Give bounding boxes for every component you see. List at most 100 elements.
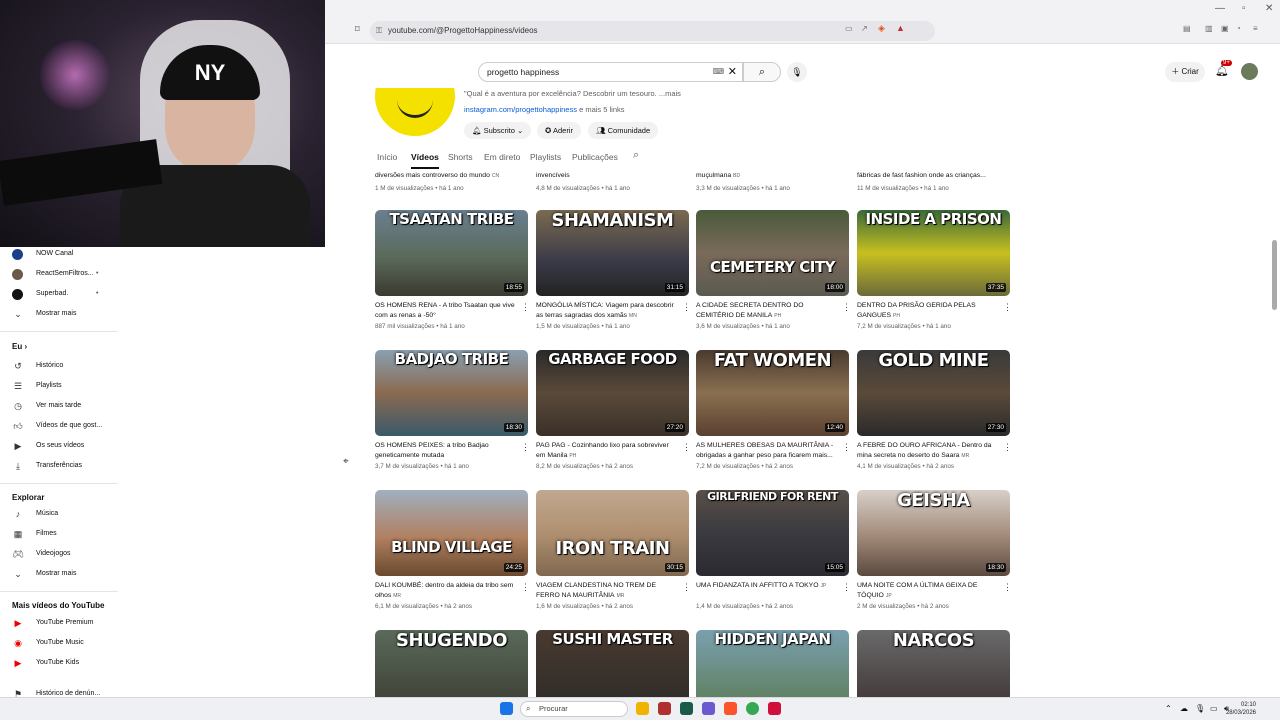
video-title[interactable]: OS HOMENS PEIXES: a tribo Badjao genetic… [375,441,515,461]
video-card[interactable]: BLIND VILLAGE 24:25 DALI KOUMBÉ: dentro da… [375,490,530,610]
more-options-icon[interactable]: ⋮ [682,302,691,313]
page-scrollbar[interactable] [1272,240,1277,310]
video-thumbnail[interactable]: GOLD MINE 27:30 [857,350,1010,436]
maximize-icon[interactable]: ▫ [1242,3,1246,14]
video-card[interactable]: INSIDE A PRISON 37:35 DENTRO DA PRISÃO GER… [857,210,1012,330]
close-icon[interactable]: ✕ [1265,3,1273,14]
video-card[interactable]: GOLD MINE 27:30 A FEBRE DO OURO AFRICANA -… [857,350,1012,470]
more-options-icon[interactable]: ⋮ [1003,302,1012,313]
video-title[interactable]: OS HOMENS RENA - A tribo Tsaatan que viv… [375,301,515,321]
brave-icon[interactable] [724,702,737,715]
wallet-icon[interactable]: ▣ [1221,24,1229,33]
rewards-icon[interactable]: ▲ [896,23,905,33]
video-card[interactable]: GIRLFRIEND FOR RENT 15:05 UMA FIDANZATA IN… [696,490,851,610]
video-card[interactable]: CEMETERY CITY 18:00 A CIDADE SECRETA DENTR… [696,210,851,330]
more-options-icon[interactable]: ⋮ [682,442,691,453]
app-icon[interactable] [658,702,671,715]
bookmark-icon[interactable]: ⌑ [355,24,360,35]
channel-description[interactable]: "Qual é a aventura por excelência? Desco… [464,89,681,98]
video-thumbnail[interactable]: INSIDE A PRISON 37:35 [857,210,1010,296]
video-title[interactable]: A CIDADE SECRETA DENTRO DO CEMITÉRIO DE … [696,301,836,321]
more-options-icon[interactable]: ⋮ [521,582,530,593]
video-title[interactable]: VIAGEM CLANDESTINA NO TREM DE FERRO NA M… [536,581,676,601]
tab-shorts[interactable]: Shorts [448,152,473,162]
video-thumbnail[interactable]: IRON TRAIN 30:15 [536,490,689,576]
tab-home[interactable]: Início [377,152,397,162]
extensions-icon[interactable]: ▤ [1183,24,1191,33]
more-options-icon[interactable]: ⋮ [521,442,530,453]
notifications-button[interactable]: 🔔︎ 9+ [1215,60,1232,77]
video-title[interactable]: UMA FIDANZATA IN AFFITTO A TOKYO JP [696,581,836,601]
network-icon[interactable]: ▭ [1210,704,1218,713]
video-thumbnail[interactable]: GEISHA 18:30 [857,490,1010,576]
video-title[interactable]: fábricas de fast fashion onde as criança… [857,172,986,179]
more-options-icon[interactable]: ⋮ [1003,582,1012,593]
video-thumbnail[interactable]: BLIND VILLAGE 24:25 [375,490,528,576]
more-options-icon[interactable]: ⋮ [842,302,851,313]
more-options-icon[interactable]: ⋮ [682,582,691,593]
brave-shields-icon[interactable]: ◈ [878,23,885,34]
site-info-icon[interactable]: ⚿ [376,21,382,41]
video-card[interactable]: FAT WOMEN 12:40 AS MULHERES OBESAS DA MAUR… [696,350,851,470]
video-card[interactable]: GARBAGE FOOD 27:20 PAG PAG - Cozinhando li… [536,350,691,470]
start-icon[interactable] [500,702,513,715]
discord-icon[interactable] [702,702,715,715]
voice-search-button[interactable]: 🎙︎ [787,62,807,82]
video-card[interactable]: GEISHA 18:30 UMA NOITE COM A ÚLTIMA GEIXA … [857,490,1012,610]
chrome-icon[interactable] [746,702,759,715]
tab-posts[interactable]: Publicações [572,152,618,162]
more-options-icon[interactable]: ⋮ [521,302,530,313]
tab-videos[interactable]: Vídeos [411,152,439,169]
video-thumbnail[interactable]: SHAMANISM 31:15 [536,210,689,296]
video-thumbnail[interactable]: BADJAO TRIBE 18:30 [375,350,528,436]
search-button[interactable]: ⌕ [743,62,781,82]
file-explorer-icon[interactable] [636,702,649,715]
taskbar-search[interactable]: ⌕ Procurar [520,701,628,717]
video-card[interactable]: TSAATAN TRIBE 18:55 OS HOMENS RENA - A tri… [375,210,530,330]
sidebar-toggle-icon[interactable]: ▥ [1205,24,1213,33]
clear-search-icon[interactable]: ✕ [728,63,737,81]
video-title[interactable]: diversões mais controverso do mundo CN [375,172,499,179]
tab-search-icon[interactable]: ⌕ [633,149,639,162]
avatar[interactable] [1241,63,1258,80]
instagram-link[interactable]: instagram.com/progettohappiness [464,105,577,114]
minimize-icon[interactable]: — [1215,3,1225,14]
community-button[interactable]: 👥︎ Comunidade [588,122,659,139]
app-icon[interactable] [680,702,693,715]
video-thumbnail[interactable]: GIRLFRIEND FOR RENT 15:05 [696,490,849,576]
more-options-icon[interactable]: ⋮ [842,442,851,453]
install-icon[interactable]: ▭ [845,24,853,33]
app-icon[interactable] [768,702,781,715]
more-links-text[interactable]: e mais 5 links [577,105,624,114]
video-title[interactable]: MONGÓLIA MÍSTICA: Viagem para descobrir … [536,301,676,321]
video-title[interactable]: AS MULHERES OBESAS DA MAURITÂNIA - obrig… [696,441,836,461]
more-options-icon[interactable]: ⋮ [1003,442,1012,453]
video-title[interactable]: PAG PAG - Cozinhando lixo para sobrevive… [536,441,676,461]
system-clock[interactable]: 02:10 28/03/2026 [1226,701,1256,717]
tab-live[interactable]: Em direto [484,152,520,162]
video-thumbnail[interactable]: FAT WOMEN 12:40 [696,350,849,436]
video-title[interactable]: muçulmana BD [696,172,740,179]
more-options-icon[interactable]: ⋮ [842,582,851,593]
tray-icon[interactable]: ☁ [1180,704,1188,713]
vpn-icon[interactable]: ◔ [1236,24,1241,33]
video-thumbnail[interactable]: TSAATAN TRIBE 18:55 [375,210,528,296]
subscribed-button[interactable]: 🔔︎ Subscrito ⌄ [464,122,532,139]
share-icon[interactable]: ↗ [861,24,868,33]
sidebar-you-heading[interactable]: Eu › [12,342,27,351]
video-card[interactable]: BADJAO TRIBE 18:30 OS HOMENS PEIXES: a tri… [375,350,530,470]
video-title[interactable]: DALI KOUMBÉ: dentro da aldeia da tribo s… [375,581,515,601]
menu-icon[interactable]: ≡ [1253,24,1258,33]
video-thumbnail[interactable]: CEMETERY CITY 18:00 [696,210,849,296]
video-title[interactable]: A FEBRE DO OURO AFRICANA - Dentro da min… [857,441,997,461]
video-title[interactable]: invencíveis [536,172,570,179]
video-card[interactable]: IRON TRAIN 30:15 VIAGEM CLANDESTINA NO TRE… [536,490,691,610]
video-title[interactable]: DENTRO DA PRISÃO GERIDA PELAS GANGUES PH [857,301,997,321]
search-input[interactable]: progetto happiness ⌨ ✕ [478,62,743,82]
video-thumbnail[interactable]: GARBAGE FOOD 27:20 [536,350,689,436]
video-title[interactable]: UMA NOITE COM A ÚLTIMA GEIXA DE TÓQUIO JP [857,581,997,601]
tray-chevron-icon[interactable]: ⌃ [1165,704,1172,713]
video-card[interactable]: SHAMANISM 31:15 MONGÓLIA MÍSTICA: Viagem p… [536,210,691,330]
keyboard-icon[interactable]: ⌨ [712,63,724,81]
mic-icon[interactable]: 🎙︎ [1195,704,1205,713]
